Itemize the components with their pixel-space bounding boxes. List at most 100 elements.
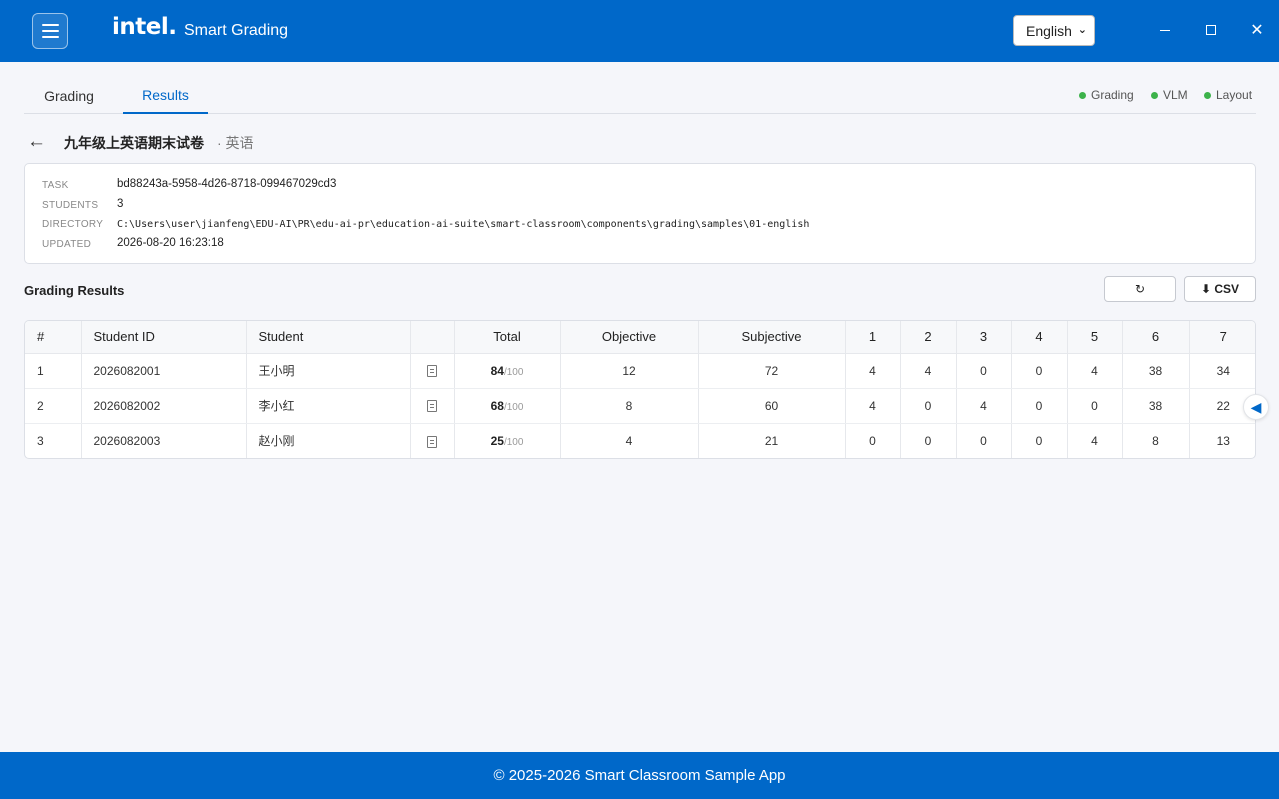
col-student-id[interactable]: Student ID xyxy=(81,321,247,354)
status-layout: Layout xyxy=(1204,88,1252,102)
row-q3: 4 xyxy=(956,388,1012,424)
col-doc xyxy=(410,321,455,354)
results-table: # Student ID Student Total Objective Sub… xyxy=(24,320,1256,459)
row-student-name: 王小明 xyxy=(246,353,411,389)
table-row[interactable]: 2 2026082002 李小红 68/100 8 60 4 0 4 0 0 3… xyxy=(25,388,1255,424)
total-score: 68 xyxy=(490,398,504,413)
updated-label: UPDATED xyxy=(42,239,92,250)
row-subjective: 72 xyxy=(698,353,846,389)
minimize-icon xyxy=(1160,29,1170,31)
row-subjective: 21 xyxy=(698,423,846,458)
status-dot-icon xyxy=(1079,91,1086,99)
row-num: 3 xyxy=(25,423,82,458)
row-objective: 8 xyxy=(560,388,699,424)
row-doc-cell xyxy=(410,388,455,424)
row-objective: 4 xyxy=(560,423,699,458)
document-icon[interactable] xyxy=(427,365,437,378)
task-info-card: TASK bd88243a-5958-4d26-8718-099467029cd… xyxy=(24,163,1256,264)
row-student-id: 2026082001 xyxy=(81,353,247,389)
grading-results-title: Grading Results xyxy=(24,283,125,298)
col-q2[interactable]: 2 xyxy=(900,321,957,354)
row-q6: 38 xyxy=(1122,353,1190,389)
col-student[interactable]: Student xyxy=(246,321,411,354)
row-student-id: 2026082002 xyxy=(81,388,247,424)
close-icon: ✕ xyxy=(1250,22,1264,39)
language-select[interactable]: English ⌄ xyxy=(1013,15,1095,46)
table-header-row: # Student ID Student Total Objective Sub… xyxy=(25,321,1255,354)
close-button[interactable]: ✕ xyxy=(1247,20,1267,40)
row-q5: 4 xyxy=(1067,423,1123,458)
refresh-icon: ↻ xyxy=(1134,282,1146,296)
row-q7: 13 xyxy=(1216,433,1230,448)
tab-results[interactable]: Results xyxy=(123,78,208,114)
students-value: 3 xyxy=(117,198,124,210)
row-total: 84/100 xyxy=(454,353,561,389)
menu-button[interactable] xyxy=(32,13,68,49)
footer-text: © 2025-2026 Smart Classroom Sample App xyxy=(493,767,786,784)
row-q1: 4 xyxy=(845,388,901,424)
col-total[interactable]: Total xyxy=(454,321,561,354)
exam-subject: · 英语 xyxy=(217,135,254,151)
row-q1: 4 xyxy=(845,353,901,389)
total-max: /100 xyxy=(503,366,524,378)
row-q5: 0 xyxy=(1067,388,1123,424)
row-num: 1 xyxy=(25,353,82,389)
document-icon[interactable] xyxy=(427,435,437,448)
col-q7[interactable]: 7 xyxy=(1189,321,1255,354)
total-score: 84 xyxy=(490,363,504,378)
row-doc-cell xyxy=(410,423,455,458)
status-dot-icon xyxy=(1204,91,1211,99)
status-vlm: VLM xyxy=(1151,88,1188,102)
footer: © 2025-2026 Smart Classroom Sample App xyxy=(0,752,1279,799)
chevron-down-icon: ⌄ xyxy=(1077,24,1087,36)
row-q3: 0 xyxy=(956,423,1012,458)
row-student-id: 2026082003 xyxy=(81,423,247,458)
chevron-left-icon: ◀ xyxy=(1250,398,1262,415)
row-total: 25/100 xyxy=(454,423,561,458)
row-student-name: 李小红 xyxy=(246,388,411,424)
status-grading-label: Grading xyxy=(1091,88,1134,102)
intel-logo: intel. xyxy=(112,14,177,40)
collapse-panel-button[interactable]: ◀ xyxy=(1243,394,1269,420)
minimize-button[interactable] xyxy=(1155,20,1175,40)
row-num: 2 xyxy=(25,388,82,424)
back-arrow-icon[interactable]: ← xyxy=(27,131,46,153)
total-max: /100 xyxy=(503,401,524,413)
status-vlm-label: VLM xyxy=(1163,88,1188,102)
table-row[interactable]: 1 2026082001 王小明 84/100 12 72 4 4 0 0 4 … xyxy=(25,353,1255,389)
refresh-button[interactable]: ↻ xyxy=(1104,276,1176,302)
updated-value: 2026-08-20 16:23:18 xyxy=(117,237,224,249)
col-q4[interactable]: 4 xyxy=(1011,321,1068,354)
students-label: STUDENTS xyxy=(42,200,99,211)
menu-icon-line xyxy=(41,24,59,26)
col-q3[interactable]: 3 xyxy=(956,321,1012,354)
row-q2: 4 xyxy=(900,353,957,389)
total-score: 25 xyxy=(490,433,504,448)
row-total: 68/100 xyxy=(454,388,561,424)
row-q7: 34 xyxy=(1189,353,1255,389)
row-q4: 0 xyxy=(1011,353,1068,389)
maximize-icon xyxy=(1206,25,1216,35)
col-q5[interactable]: 5 xyxy=(1067,321,1123,354)
row-q5: 4 xyxy=(1067,353,1123,389)
col-q1[interactable]: 1 xyxy=(845,321,901,354)
row-q6: 38 xyxy=(1122,388,1190,424)
row-student-name: 赵小刚 xyxy=(246,423,411,458)
tab-bar: Grading Results Grading VLM Layout xyxy=(24,78,1256,114)
title-bar: intel. Smart Grading English ⌄ ✕ xyxy=(0,0,1279,62)
col-objective[interactable]: Objective xyxy=(560,321,699,354)
col-subjective[interactable]: Subjective xyxy=(698,321,846,354)
task-value: bd88243a-5958-4d26-8718-099467029cd3 xyxy=(117,178,337,190)
row-doc-cell xyxy=(410,353,455,389)
export-csv-button[interactable]: ⬇ CSV xyxy=(1184,276,1256,302)
status-dot-icon xyxy=(1151,91,1158,99)
menu-icon-line xyxy=(41,30,59,32)
maximize-button[interactable] xyxy=(1201,20,1221,40)
col-q6[interactable]: 6 xyxy=(1122,321,1190,354)
document-icon[interactable] xyxy=(427,400,437,413)
row-q2: 0 xyxy=(900,388,957,424)
tab-grading[interactable]: Grading xyxy=(24,78,114,113)
row-q4: 0 xyxy=(1011,423,1068,458)
app-title: Smart Grading xyxy=(184,22,289,39)
table-row[interactable]: 3 2026082003 赵小刚 25/100 4 21 0 0 0 0 4 8… xyxy=(25,423,1255,458)
